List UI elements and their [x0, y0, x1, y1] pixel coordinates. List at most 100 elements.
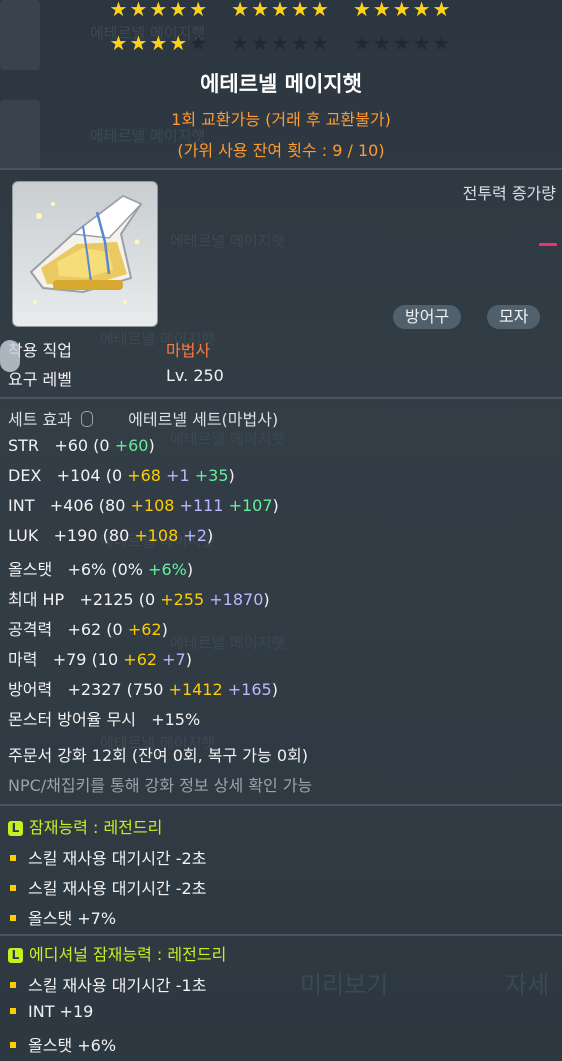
bullet-icon	[10, 1042, 16, 1048]
potential-line-text: 스킬 재사용 대기시간 -2초	[28, 849, 207, 868]
stat-label: 올스탯	[8, 560, 53, 579]
trade-info: 1회 교환가능 (거래 후 교환불가)	[171, 110, 391, 129]
paren: )	[206, 526, 214, 545]
stat-magic: 마력 +79 (10 +62 +7)	[8, 646, 192, 670]
stat-base: (750	[126, 680, 164, 699]
tag-armor: 방어구	[393, 305, 462, 329]
set-effect-label: 세트 효과	[8, 410, 72, 429]
stat-starforce: +60	[114, 436, 149, 455]
job-value: 마법사	[166, 341, 211, 360]
stat-starforce: +35	[194, 466, 229, 485]
paren: )	[228, 466, 235, 485]
stat-defense: 방어력 +2327 (750 +1412 +165)	[8, 676, 278, 700]
additional-line: 스킬 재사용 대기시간 -1초	[8, 972, 206, 996]
stat-ignore-defense: 몬스터 방어율 무시 +15%	[8, 706, 200, 730]
star-group-1: ★★★★★	[109, 0, 210, 21]
potential-line: 올스탯 +7%	[8, 905, 116, 929]
bullet-icon	[10, 855, 16, 861]
divider	[0, 397, 562, 399]
stat-flame: +108	[130, 496, 175, 515]
stat-label: 최대 HP	[8, 590, 65, 609]
stat-scroll: +165	[227, 680, 272, 699]
potential-title: 잠재능력 : 레전드리	[29, 818, 163, 837]
paren: )	[148, 436, 155, 455]
stat-label: DEX	[8, 466, 42, 485]
bullet-icon	[10, 885, 16, 891]
paren: )	[161, 620, 168, 639]
scroll-upgrade-info: 주문서 강화 12회 (잔여 0회, 복구 가능 0회)	[8, 746, 308, 765]
stat-base: (0	[93, 436, 110, 455]
star-group-4-filled: ★★★★	[109, 31, 190, 55]
star-group-6: ★★★★★	[352, 31, 453, 55]
stat-str: STR +60 (0 +60)	[8, 436, 155, 455]
divider	[0, 934, 562, 936]
bullet-icon	[10, 982, 16, 988]
additional-line-text: 스킬 재사용 대기시간 -1초	[28, 976, 207, 995]
stat-base: (80	[102, 526, 130, 545]
mage-hat-icon	[29, 194, 143, 304]
stat-base: (0	[106, 620, 123, 639]
set-effect-value: 에테르넬 세트(마법사)	[128, 410, 279, 429]
tag-hat: 모자	[487, 305, 541, 329]
level-row: 요구 레벨 Lv. 250	[8, 366, 224, 390]
potential-line-text: 올스탯 +7%	[28, 909, 117, 928]
stat-dex: DEX +104 (0 +68 +1 +35)	[8, 466, 235, 485]
star-group-2: ★★★★★	[231, 0, 331, 21]
stat-total: +104	[56, 466, 101, 485]
stat-label: INT	[8, 496, 35, 515]
starforce-row-bottom: ★★★★★ ★★★★★ ★★★★★	[0, 31, 562, 55]
stat-total: +2125	[79, 590, 134, 609]
paren: )	[263, 590, 270, 609]
item-tooltip: 에테르넬 메이지햇 에테르넬 메이지햇 에테르넬 메이지햇 에테르넬 메이지햇 …	[0, 0, 562, 1061]
ghost-text: 에테르넬 메이지햇	[170, 430, 286, 448]
stat-base: (0	[138, 590, 156, 609]
scissors-remaining: (가위 사용 잔여 횟수 : 9 / 10)	[177, 141, 385, 160]
additional-line-text: 올스탯 +6%	[28, 1036, 117, 1055]
stat-total: +2327	[67, 680, 122, 699]
stat-total: +79	[52, 650, 87, 669]
legendary-badge-icon: L	[8, 948, 23, 963]
stat-label: STR	[8, 436, 40, 455]
star-group-5: ★★★★★	[231, 31, 331, 55]
paren: )	[272, 496, 279, 515]
stat-attack: 공격력 +62 (0 +62)	[8, 616, 168, 640]
stat-scroll: +111	[179, 496, 224, 515]
upgrade-detail-note: NPC/채집키를 통해 강화 정보 상세 확인 가능	[8, 776, 313, 795]
stat-scroll: +2	[183, 526, 207, 545]
cursor-glove-icon	[0, 340, 20, 372]
stat-flame: +1412	[168, 680, 223, 699]
stat-label: 방어력	[8, 680, 53, 699]
stat-total: +15%	[151, 710, 201, 729]
divider	[0, 804, 562, 806]
bullet-icon	[10, 1008, 16, 1014]
stat-scroll: +1870	[209, 590, 264, 609]
ghost-text: 에테르넬 메이지햇	[170, 232, 286, 250]
stat-total: +62	[67, 620, 102, 639]
combat-power-label: 전투력 증가량	[462, 184, 556, 203]
legendary-badge-icon: L	[8, 821, 23, 836]
stat-label: 공격력	[8, 620, 53, 639]
stat-maxhp: 최대 HP +2125 (0 +255 +1870)	[8, 586, 270, 610]
paren: )	[186, 560, 194, 579]
additional-line: 올스탯 +6%	[8, 1032, 116, 1056]
item-image-frame	[12, 181, 158, 327]
paren: )	[271, 680, 278, 699]
stat-base: (0%	[111, 560, 143, 579]
potential-line-text: 스킬 재사용 대기시간 -2초	[28, 879, 207, 898]
potential-line: 스킬 재사용 대기시간 -2초	[8, 875, 206, 899]
star-group-3: ★★★★★	[352, 0, 453, 21]
set-effect-row[interactable]: 세트 효과 에테르넬 세트(마법사)	[8, 406, 278, 430]
additional-potential-title: 에디셔널 잠재능력 : 레전드리	[29, 945, 227, 964]
additional-line-text: INT +19	[28, 1002, 94, 1021]
stat-flame: +68	[127, 466, 161, 485]
stat-base: (80	[98, 496, 126, 515]
stat-flame: +108	[134, 526, 179, 545]
paren: )	[185, 650, 192, 669]
stat-int: INT +406 (80 +108 +111 +107)	[8, 496, 279, 515]
mouse-icon	[81, 411, 94, 427]
stat-base: (0	[105, 466, 123, 485]
stat-label: 몬스터 방어율 무시	[8, 710, 136, 729]
additional-line: INT +19	[8, 1002, 93, 1021]
item-name: 에테르넬 메이지햇	[200, 72, 362, 96]
ghost-preview-button: 미리보기	[300, 971, 389, 999]
